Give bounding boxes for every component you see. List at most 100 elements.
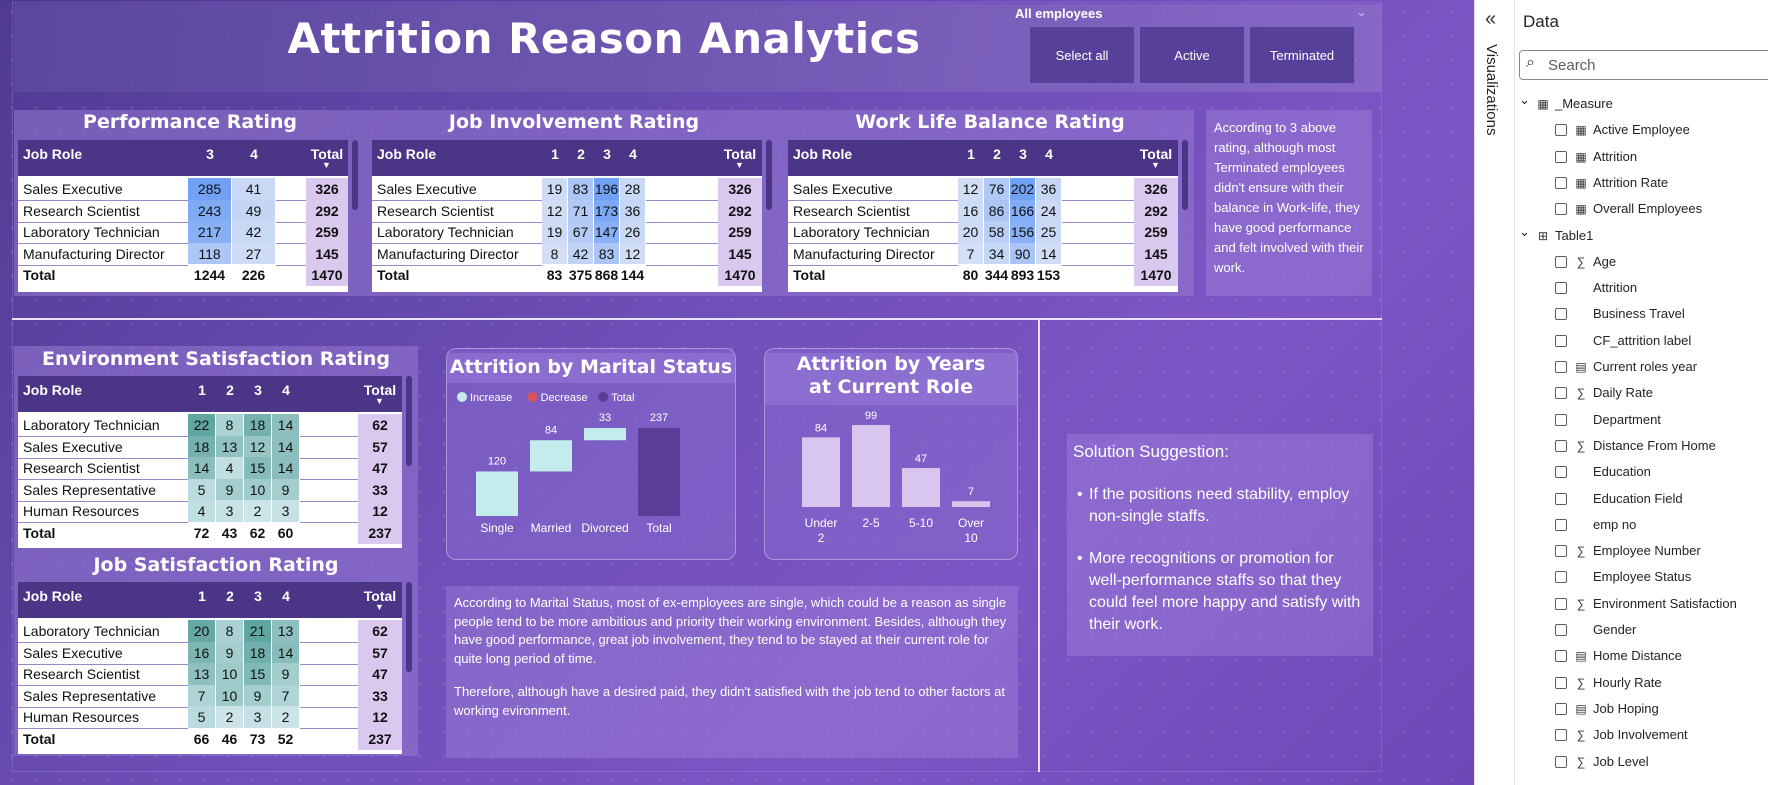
table-row[interactable]: Laboratory Technician 20 58 156 25 259 bbox=[788, 221, 1178, 244]
table-row[interactable]: Laboratory Technician 22 8 18 14 62 bbox=[18, 414, 402, 437]
field-item[interactable]: ∑ Distance From Home bbox=[1555, 436, 1765, 456]
field-checkbox[interactable] bbox=[1555, 176, 1567, 189]
header-col[interactable]: 1 bbox=[188, 588, 216, 604]
table-row[interactable]: Sales Representative 7 10 9 7 33 bbox=[18, 684, 402, 708]
sort-desc-icon[interactable]: ▼ bbox=[1151, 160, 1160, 170]
header-col[interactable]: 4 bbox=[272, 382, 300, 398]
work-life-balance-table[interactable]: Job Role 1 2 3 4 Total ▼ Sales Executive 12 76 202… bbox=[788, 140, 1178, 292]
header-col[interactable]: 3 bbox=[594, 146, 620, 162]
table-row[interactable]: Research Scientist 243 49 292 bbox=[18, 199, 348, 223]
chevron-down-icon[interactable]: ⌄ bbox=[1519, 90, 1530, 110]
header-job-role[interactable]: Job Role bbox=[23, 382, 82, 398]
table-row[interactable]: Research Scientist 12 71 173 36 292 bbox=[372, 199, 762, 223]
field-item[interactable]: ∑ Job Level bbox=[1555, 752, 1765, 772]
table-row[interactable]: Sales Representative 5 9 10 9 33 bbox=[18, 478, 402, 502]
header-job-role[interactable]: Job Role bbox=[377, 146, 436, 162]
sort-desc-icon[interactable]: ▼ bbox=[735, 160, 744, 170]
field-item[interactable]: ∑ Hourly Rate bbox=[1555, 673, 1765, 693]
field-item[interactable]: ∑ Job Involvement bbox=[1555, 725, 1765, 745]
field-checkbox[interactable] bbox=[1555, 597, 1567, 610]
visualizations-pane-collapsed[interactable]: « Visualizations bbox=[1474, 0, 1514, 785]
search-input[interactable]: ⌕ Search bbox=[1519, 50, 1768, 80]
table-row[interactable]: Human Resources 5 2 3 2 12 bbox=[18, 706, 402, 729]
field-checkbox[interactable] bbox=[1555, 203, 1567, 216]
field-checkbox[interactable] bbox=[1555, 755, 1567, 768]
table-row[interactable]: Sales Executive 12 76 202 36 326 bbox=[788, 178, 1178, 201]
header-job-role[interactable]: Job Role bbox=[23, 588, 82, 604]
field-checkbox[interactable] bbox=[1555, 466, 1567, 479]
field-item[interactable]: ▦ Active Employee bbox=[1555, 120, 1765, 140]
job-involvement-table[interactable]: Job Role 1 2 3 4 Total ▼ Sales Executive 19 83 196… bbox=[372, 140, 762, 292]
table-row[interactable]: Research Scientist 13 10 15 9 47 bbox=[18, 663, 402, 686]
field-item[interactable]: ▦ Attrition Rate bbox=[1555, 173, 1765, 193]
table-total-row[interactable]: Total 1244 226 1470 bbox=[18, 264, 348, 287]
field-checkbox[interactable] bbox=[1555, 676, 1567, 689]
jobsat-scrollbar[interactable] bbox=[406, 582, 412, 672]
field-item[interactable]: ∑ Employee Number bbox=[1555, 541, 1765, 561]
field-checkbox[interactable] bbox=[1555, 702, 1567, 715]
collapse-chevron-icon[interactable]: « bbox=[1485, 8, 1496, 31]
table-row[interactable]: Research Scientist 14 4 15 14 47 bbox=[18, 457, 402, 480]
field-checkbox[interactable] bbox=[1555, 729, 1567, 742]
field-checkbox[interactable] bbox=[1555, 545, 1567, 558]
table-total-row[interactable]: Total 66 46 73 52 237 bbox=[18, 727, 402, 751]
header-col[interactable]: 2 bbox=[984, 146, 1010, 162]
marital-waterfall-chart[interactable]: Increase Decrease Total 120 Single 84 Married 3… bbox=[447, 383, 736, 560]
header-col[interactable]: 2 bbox=[216, 382, 244, 398]
chevron-down-icon[interactable]: ⌄ bbox=[1356, 4, 1367, 20]
field-checkbox[interactable] bbox=[1555, 492, 1567, 505]
field-checkbox[interactable] bbox=[1555, 518, 1567, 531]
field-item[interactable]: Gender bbox=[1555, 620, 1765, 640]
table-row[interactable]: Sales Executive 285 41 326 bbox=[18, 178, 348, 201]
sort-desc-icon[interactable]: ▼ bbox=[322, 160, 331, 170]
field-item[interactable]: ▤ Home Distance bbox=[1555, 646, 1765, 666]
field-checkbox[interactable] bbox=[1555, 361, 1567, 373]
table-total-row[interactable]: Total 83 375 868 144 1470 bbox=[372, 264, 762, 287]
field-item[interactable]: CF_attrition label bbox=[1555, 331, 1765, 351]
field-checkbox[interactable] bbox=[1555, 308, 1567, 321]
table-row[interactable]: Manufacturing Director 7 34 90 14 145 bbox=[788, 242, 1178, 266]
table-row[interactable]: Human Resources 4 3 2 3 12 bbox=[18, 500, 402, 523]
field-item[interactable]: ∑ Daily Rate bbox=[1555, 383, 1765, 403]
jobinv-scrollbar[interactable] bbox=[766, 140, 772, 210]
header-col[interactable]: 3 bbox=[1010, 146, 1036, 162]
table-row[interactable]: Laboratory Technician 20 8 21 13 62 bbox=[18, 620, 402, 643]
header-col[interactable]: 2 bbox=[568, 146, 594, 162]
env-scrollbar[interactable] bbox=[406, 376, 412, 466]
marital-status-card[interactable]: Attrition by Marital Status Increase Decr… bbox=[446, 348, 736, 560]
environment-satisfaction-table[interactable]: Job Role 1 2 3 4 Total ▼ Laboratory Technician 2… bbox=[18, 376, 402, 548]
slicer-select-all-button[interactable]: Select all bbox=[1029, 26, 1135, 84]
chevron-down-icon[interactable]: ⌄ bbox=[1519, 222, 1530, 242]
table-row[interactable]: Sales Executive 18 13 12 14 57 bbox=[18, 435, 402, 459]
field-item[interactable]: Education Field bbox=[1555, 489, 1765, 509]
field-checkbox[interactable] bbox=[1555, 150, 1567, 163]
field-item[interactable]: ▦ Attrition bbox=[1555, 147, 1765, 167]
header-col[interactable]: 2 bbox=[216, 588, 244, 604]
table-total-row[interactable]: Total 72 43 62 60 237 bbox=[18, 521, 402, 545]
header-col[interactable]: 3 bbox=[244, 382, 272, 398]
table-row[interactable]: Sales Executive 19 83 196 28 326 bbox=[372, 178, 762, 201]
perf-scrollbar[interactable] bbox=[352, 140, 358, 210]
header-col[interactable]: 4 bbox=[620, 146, 646, 162]
field-item[interactable]: ∑ Environment Satisfaction bbox=[1555, 594, 1765, 614]
table-row[interactable]: Manufacturing Director 118 27 145 bbox=[18, 242, 348, 266]
header-job-role[interactable]: Job Role bbox=[23, 146, 82, 162]
field-checkbox[interactable] bbox=[1555, 571, 1567, 584]
header-col[interactable]: 4 bbox=[1036, 146, 1062, 162]
field-checkbox[interactable] bbox=[1555, 334, 1567, 347]
field-item[interactable]: emp no bbox=[1555, 515, 1765, 535]
table-row[interactable]: Manufacturing Director 8 42 83 12 145 bbox=[372, 242, 762, 266]
field-checkbox[interactable] bbox=[1555, 439, 1567, 452]
table-row[interactable]: Laboratory Technician 217 42 259 bbox=[18, 221, 348, 244]
header-col[interactable]: 4 bbox=[232, 146, 276, 162]
sort-desc-icon[interactable]: ▼ bbox=[375, 602, 384, 612]
slicer-active-button[interactable]: Active bbox=[1139, 26, 1245, 84]
field-checkbox[interactable] bbox=[1555, 413, 1567, 426]
job-satisfaction-table[interactable]: Job Role 1 2 3 4 Total ▼ Laboratory Technician 2… bbox=[18, 582, 402, 754]
visualizations-label[interactable]: Visualizations bbox=[1483, 44, 1500, 135]
field-item[interactable]: Business Travel bbox=[1555, 304, 1765, 324]
sort-desc-icon[interactable]: ▼ bbox=[375, 396, 384, 406]
years-role-card[interactable]: Attrition by Years at Current Role 84 Und… bbox=[764, 348, 1018, 560]
header-col[interactable]: 1 bbox=[958, 146, 984, 162]
field-item[interactable]: ▤ Job Hoping bbox=[1555, 699, 1765, 719]
